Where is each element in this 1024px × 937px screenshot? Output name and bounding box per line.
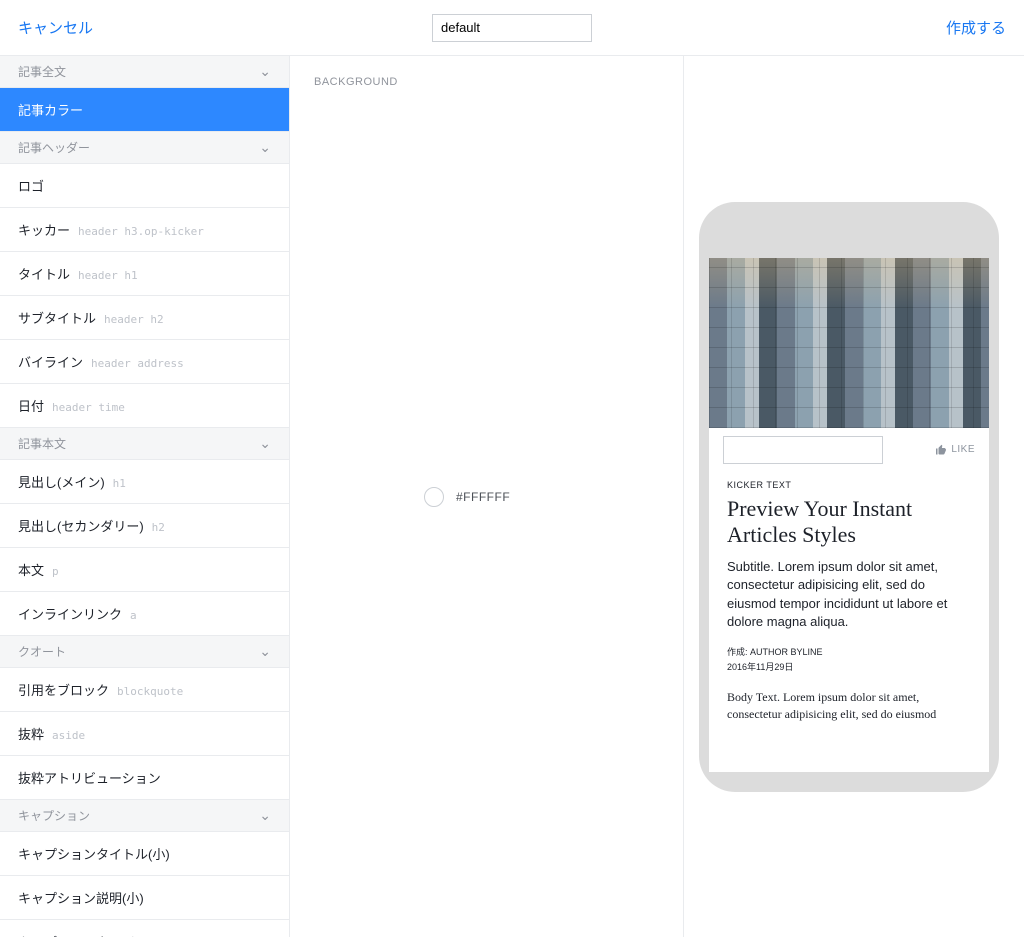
phone-screen: LIKE KICKER TEXT Preview Your Instant Ar… — [709, 258, 989, 772]
like-button[interactable]: LIKE — [935, 444, 975, 456]
sidebar-item-label: 記事カラー — [18, 100, 83, 119]
background-value: #FFFFFF — [456, 490, 510, 504]
sidebar-item[interactable]: 引用をブロック blockquote — [0, 668, 289, 712]
sidebar-item-label: タイトル — [18, 264, 70, 283]
thumbs-up-icon — [935, 444, 947, 456]
sidebar-item[interactable]: 抜粋アトリビューション — [0, 756, 289, 800]
preview-input-box — [723, 436, 883, 464]
sidebar-item-hint: h1 — [113, 477, 126, 490]
sidebar-item[interactable]: 本文 p — [0, 548, 289, 592]
group-label: 記事ヘッダー — [18, 139, 90, 156]
create-button[interactable]: 作成する — [946, 20, 1006, 37]
phone-frame: LIKE KICKER TEXT Preview Your Instant Ar… — [699, 202, 999, 792]
sidebar-item[interactable]: バイライン header address — [0, 340, 289, 384]
chevron-down-icon: ⌄ — [259, 435, 271, 452]
sidebar-item[interactable]: 日付 header time — [0, 384, 289, 428]
background-swatch[interactable] — [424, 487, 444, 507]
sidebar-item-label: 引用をブロック — [18, 680, 109, 699]
style-name-input[interactable] — [432, 14, 592, 42]
chevron-down-icon: ⌄ — [259, 139, 271, 156]
chevron-down-icon: ⌄ — [259, 643, 271, 660]
group-label: クオート — [18, 643, 66, 660]
sidebar-item-label: 抜粋アトリビューション — [18, 768, 161, 787]
sidebar-item-label: インラインリンク — [18, 604, 122, 623]
sidebar-item[interactable]: ロゴ — [0, 164, 289, 208]
sidebar-item-hint: header h2 — [104, 313, 164, 326]
properties-panel: BACKGROUND #FFFFFF — [290, 56, 684, 937]
sidebar-item-hint: aside — [52, 729, 85, 742]
group-header[interactable]: 記事全文 ⌄ — [0, 56, 289, 88]
sidebar-item-label: キッカー — [18, 220, 70, 239]
sidebar-item-label: 日付 — [18, 396, 44, 415]
hero-image — [709, 258, 989, 428]
group-header[interactable]: キャプション ⌄ — [0, 800, 289, 832]
preview-panel: LIKE KICKER TEXT Preview Your Instant Ar… — [684, 56, 1024, 937]
sidebar-item-label: サブタイトル — [18, 308, 96, 327]
sidebar-item-hint: header address — [91, 357, 184, 370]
group-label: キャプション — [18, 807, 90, 824]
sidebar-item[interactable]: 記事カラー — [0, 88, 289, 132]
preview-subtitle: Subtitle. Lorem ipsum dolor sit amet, co… — [727, 558, 971, 631]
preview-body: Body Text. Lorem ipsum dolor sit amet, c… — [727, 689, 971, 723]
sidebar-item-label: キャプション説明(小) — [18, 888, 144, 907]
sidebar-item-label: バイライン — [18, 352, 83, 371]
top-bar: キャンセル 作成する — [0, 0, 1024, 56]
sidebar-item-hint: header time — [52, 401, 125, 414]
like-label: LIKE — [951, 444, 975, 455]
group-header[interactable]: クオート ⌄ — [0, 636, 289, 668]
chevron-down-icon: ⌄ — [259, 807, 271, 824]
preview-byline: 作成: AUTHOR BYLINE — [727, 645, 971, 658]
sidebar-item-hint: p — [52, 565, 59, 578]
background-label: BACKGROUND — [314, 76, 424, 917]
chevron-down-icon: ⌄ — [259, 63, 271, 80]
group-label: 記事全文 — [18, 63, 66, 80]
sidebar-item-label: 本文 — [18, 560, 44, 579]
sidebar-item-label: ロゴ — [18, 176, 44, 195]
sidebar-item[interactable]: キッカー header h3.op-kicker — [0, 208, 289, 252]
sidebar-item[interactable]: 見出し(セカンダリー) h2 — [0, 504, 289, 548]
sidebar-item[interactable]: インラインリンク a — [0, 592, 289, 636]
sidebar-item[interactable]: タイトル header h1 — [0, 252, 289, 296]
sidebar-item-hint: h2 — [152, 521, 165, 534]
group-label: 記事本文 — [18, 435, 66, 452]
sidebar-item-label: 見出し(メイン) — [18, 472, 105, 491]
sidebar-item-label: 抜粋 — [18, 724, 44, 743]
sidebar-item[interactable]: 見出し(メイン) h1 — [0, 460, 289, 504]
group-header[interactable]: 記事ヘッダー ⌄ — [0, 132, 289, 164]
preview-title: Preview Your Instant Articles Styles — [727, 496, 971, 549]
sidebar-item[interactable]: 抜粋 aside — [0, 712, 289, 756]
like-bar: LIKE — [709, 428, 989, 472]
article-preview: KICKER TEXT Preview Your Instant Article… — [709, 472, 989, 723]
sidebar-item-hint: a — [130, 609, 137, 622]
sidebar-item-hint: header h3.op-kicker — [78, 225, 204, 238]
sidebar-item-hint: blockquote — [117, 685, 183, 698]
style-sidebar[interactable]: 記事全文 ⌄ 記事カラー記事ヘッダー ⌄ ロゴキッカー header h3.op-kick… — [0, 56, 290, 937]
sidebar-item[interactable]: キャプションクレジットfigcaption cite — [0, 920, 289, 937]
sidebar-item-label: キャプションクレジット — [18, 932, 161, 937]
cancel-button[interactable]: キャンセル — [18, 20, 93, 37]
sidebar-item-label: 見出し(セカンダリー) — [18, 516, 144, 535]
preview-date: 2016年11月29日 — [727, 660, 971, 673]
sidebar-item-hint: header h1 — [78, 269, 138, 282]
sidebar-item-label: キャプションタイトル(小) — [18, 844, 170, 863]
sidebar-item[interactable]: サブタイトル header h2 — [0, 296, 289, 340]
group-header[interactable]: 記事本文 ⌄ — [0, 428, 289, 460]
sidebar-item[interactable]: キャプションタイトル(小) — [0, 832, 289, 876]
preview-kicker: KICKER TEXT — [727, 480, 971, 490]
sidebar-item[interactable]: キャプション説明(小) — [0, 876, 289, 920]
